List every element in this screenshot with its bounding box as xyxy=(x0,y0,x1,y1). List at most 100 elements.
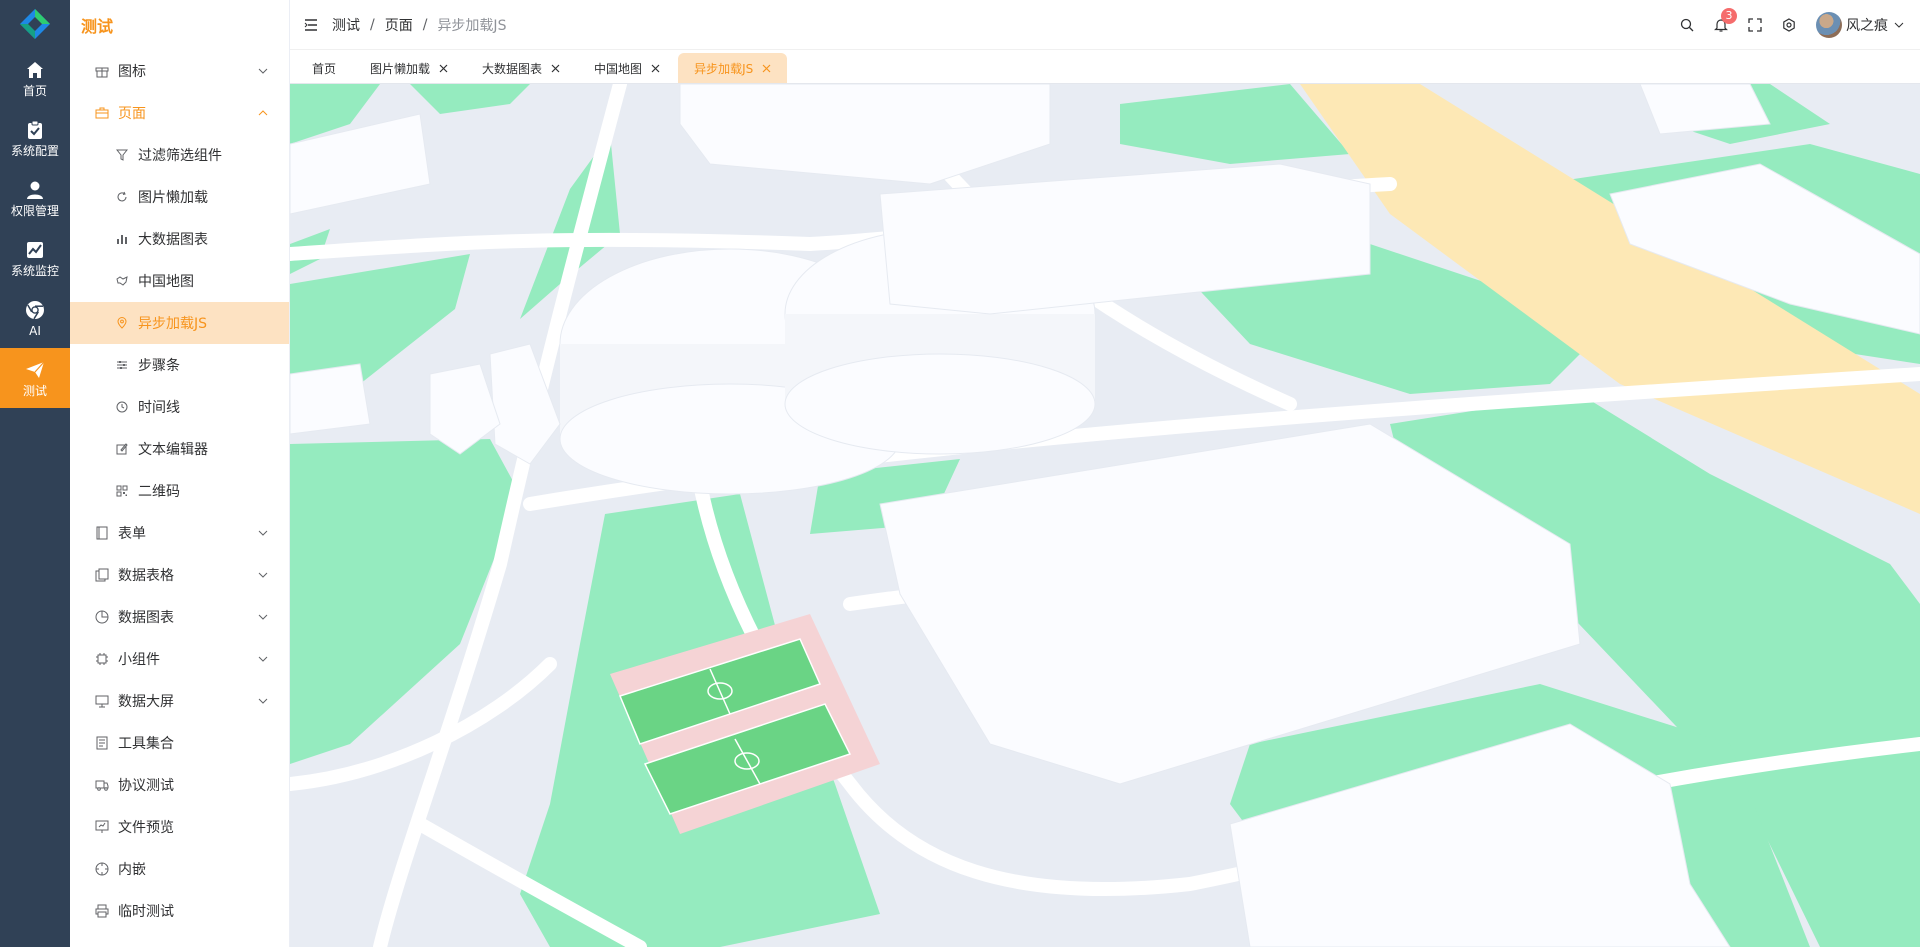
tab-label: 首页 xyxy=(312,61,337,76)
header-actions: 3 风之痕 xyxy=(1670,0,1920,50)
menu-item-data-chart[interactable]: 数据图表 xyxy=(70,596,289,638)
map-canvas[interactable] xyxy=(290,84,1920,947)
app-logo[interactable] xyxy=(0,0,70,48)
menu-item-china-map[interactable]: 中国地图 xyxy=(70,260,289,302)
top-header: 测试 / 页面 / 异步加载JS 3 风之痕 xyxy=(290,0,1920,50)
menu-item-timeline[interactable]: 时间线 xyxy=(70,386,289,428)
gear-icon[interactable] xyxy=(1781,17,1797,33)
close-icon[interactable] xyxy=(650,63,660,73)
breadcrumb-item[interactable]: 测试 xyxy=(332,15,360,35)
menu-item-label: 内嵌 xyxy=(118,862,146,878)
monitor-icon xyxy=(94,693,110,709)
qrcode-icon xyxy=(114,483,130,499)
chevron-down-icon xyxy=(257,611,269,623)
notification-badge: 3 xyxy=(1721,8,1737,24)
breadcrumb: 测试 / 页面 / 异步加载JS xyxy=(332,15,506,35)
rail-item-permission[interactable]: 权限管理 xyxy=(0,168,70,228)
gift-icon xyxy=(94,63,110,79)
tab-big-data-chart[interactable]: 大数据图表 xyxy=(466,53,576,83)
menu-item-label: 数据表格 xyxy=(118,568,174,584)
user-icon xyxy=(24,179,46,201)
notebook-icon xyxy=(94,735,110,751)
copy-icon xyxy=(94,567,110,583)
chart-line-icon xyxy=(24,239,46,261)
menu-item-tools[interactable]: 工具集合 xyxy=(70,722,289,764)
tab-label: 大数据图表 xyxy=(482,61,543,76)
tab-bar: 首页 图片懒加载 大数据图表 中国地图 异步加载JS xyxy=(290,50,1920,84)
rail-label: 系统配置 xyxy=(10,143,59,158)
chrome-icon xyxy=(24,299,46,321)
user-menu[interactable]: 风之痕 xyxy=(1816,12,1904,38)
menu-item-text-editor[interactable]: 文本编辑器 xyxy=(70,428,289,470)
menu-item-embed[interactable]: 内嵌 xyxy=(70,848,289,890)
close-icon[interactable] xyxy=(438,63,448,73)
menu-item-widgets[interactable]: 小组件 xyxy=(70,638,289,680)
bell-icon[interactable]: 3 xyxy=(1713,8,1737,33)
menu-item-label: 大数据图表 xyxy=(138,232,208,248)
rail-item-test[interactable]: 测试 xyxy=(0,348,70,408)
tab-china-map[interactable]: 中国地图 xyxy=(578,53,676,83)
rail-item-home[interactable]: 首页 xyxy=(0,48,70,108)
close-icon[interactable] xyxy=(761,63,771,73)
home-icon xyxy=(24,59,46,81)
send-icon xyxy=(24,359,46,381)
refresh-icon xyxy=(114,189,130,205)
menu-item-big-data-chart[interactable]: 大数据图表 xyxy=(70,218,289,260)
menu-item-filter[interactable]: 过滤筛选组件 xyxy=(70,134,289,176)
menu-item-label: 步骤条 xyxy=(138,358,180,374)
briefcase-icon xyxy=(94,105,110,121)
edit-icon xyxy=(114,441,130,457)
menu-item-label: 中国地图 xyxy=(138,274,194,290)
menu-item-label: 过滤筛选组件 xyxy=(138,148,222,164)
menu-item-file-preview[interactable]: 文件预览 xyxy=(70,806,289,848)
search-icon[interactable] xyxy=(1679,17,1695,33)
clipboard-icon xyxy=(24,119,46,141)
printer-icon xyxy=(94,903,110,919)
menu-item-label: 协议测试 xyxy=(118,778,174,794)
tab-home[interactable]: 首页 xyxy=(296,53,352,83)
filter-icon xyxy=(114,147,130,163)
truck-icon xyxy=(94,777,110,793)
menu-item-data-table[interactable]: 数据表格 xyxy=(70,554,289,596)
menu-item-label: 数据图表 xyxy=(118,610,174,626)
tab-async-js[interactable]: 异步加载JS xyxy=(678,53,788,83)
breadcrumb-item[interactable]: 页面 xyxy=(385,15,413,35)
rail-item-system-config[interactable]: 系统配置 xyxy=(0,108,70,168)
menu-item-temp-test[interactable]: 临时测试 xyxy=(70,890,289,932)
menu-item-icons[interactable]: 图标 xyxy=(70,50,289,92)
chevron-down-icon xyxy=(257,527,269,539)
rail-label: 系统监控 xyxy=(10,263,59,278)
username: 风之痕 xyxy=(1846,18,1888,34)
menu-item-pages[interactable]: 页面 xyxy=(70,92,289,134)
menu-item-label: 临时测试 xyxy=(118,904,174,920)
presentation-icon xyxy=(94,819,110,835)
menu-title: 测试 xyxy=(81,17,114,36)
rail-item-monitor[interactable]: 系统监控 xyxy=(0,228,70,288)
chevron-down-icon xyxy=(257,695,269,707)
menu-item-data-screen[interactable]: 数据大屏 xyxy=(70,680,289,722)
rail-item-ai[interactable]: AI xyxy=(0,288,70,348)
menu-item-qrcode[interactable]: 二维码 xyxy=(70,470,289,512)
menu-item-label: 图标 xyxy=(118,64,146,80)
menu-item-async-js[interactable]: 异步加载JS xyxy=(70,302,289,344)
fullscreen-icon[interactable] xyxy=(1747,17,1763,33)
pie-chart-icon xyxy=(94,609,110,625)
compass-icon xyxy=(94,861,110,877)
clock-icon xyxy=(114,399,130,415)
menu-item-label: 工具集合 xyxy=(118,736,174,752)
chevron-down-icon xyxy=(1894,22,1904,28)
chevron-up-icon xyxy=(257,107,269,119)
menu-toggle-icon[interactable] xyxy=(302,16,320,34)
menu-item-lazy-image[interactable]: 图片懒加载 xyxy=(70,176,289,218)
rail-label: 测试 xyxy=(22,383,47,398)
close-icon[interactable] xyxy=(550,63,560,73)
menu-item-form[interactable]: 表单 xyxy=(70,512,289,554)
bar-chart-icon xyxy=(114,231,130,247)
menu-item-steps[interactable]: 步骤条 xyxy=(70,344,289,386)
tab-label: 图片懒加载 xyxy=(370,61,431,76)
menu-item-protocol-test[interactable]: 协议测试 xyxy=(70,764,289,806)
menu-item-label: 文件预览 xyxy=(118,820,174,836)
map-icon xyxy=(114,273,130,289)
map-3d-view[interactable] xyxy=(290,84,1920,947)
tab-lazy-image[interactable]: 图片懒加载 xyxy=(354,53,464,83)
